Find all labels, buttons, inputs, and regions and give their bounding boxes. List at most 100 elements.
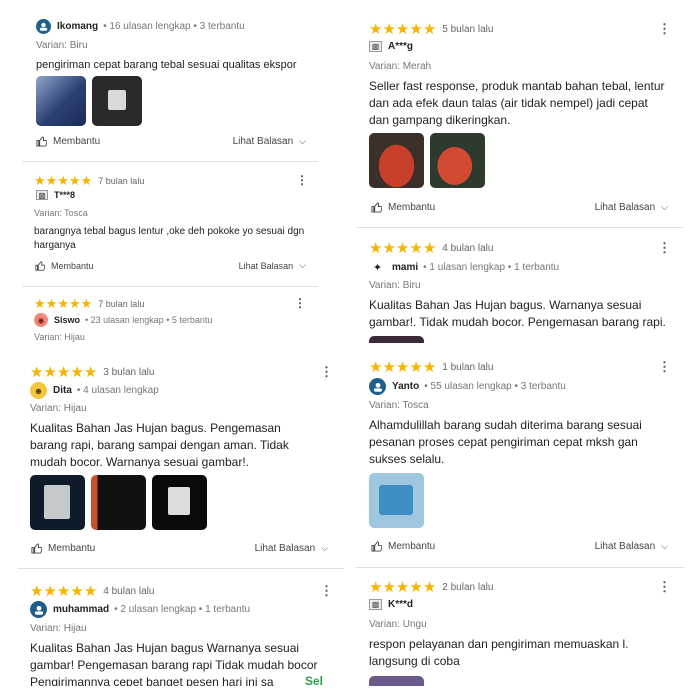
see-replies-button[interactable]: Lihat Balasan ⌵ (595, 202, 668, 213)
star-icon: ★ (382, 21, 396, 38)
review-photo[interactable] (91, 475, 146, 530)
reviewer-name[interactable]: Siswo (54, 315, 80, 325)
review-photo[interactable] (92, 76, 142, 126)
reviewer-name[interactable]: muhammad (53, 604, 109, 615)
reviewer-name[interactable]: T***8 (54, 190, 75, 200)
helpful-label: Membantu (48, 543, 96, 554)
star-icon: ★ (43, 583, 57, 600)
more-options-icon[interactable]: ⋮ (658, 241, 671, 254)
reviewer-row: Yanto • 55 ulasan lengkap • 3 terbantu (369, 378, 566, 395)
review-time: 7 bulan lalu (98, 298, 145, 309)
star-icon: ★ (68, 296, 81, 311)
review-actions: Membantu Lihat Balasan ⌵ (22, 136, 320, 147)
reviewer-meta: • 23 ulasan lengkap • 5 terbantu (85, 315, 213, 325)
review-photo[interactable] (369, 676, 424, 686)
review-header: ★ ★ ★ ★ ★ 5 bulan lalu (369, 22, 493, 37)
chevron-down-icon: ⌵ (321, 543, 328, 553)
helpful-button[interactable]: Membantu (371, 202, 435, 213)
variant-label: Varian: Tosca (34, 208, 88, 218)
reviewer-name[interactable]: Dita (53, 385, 72, 396)
thumbs-up-icon (371, 202, 382, 213)
avatar[interactable]: ☻ (30, 382, 47, 399)
avatar[interactable]: ✦ (369, 259, 386, 276)
avatar[interactable]: ◉ (34, 313, 48, 327)
chevron-down-icon: ⌵ (299, 136, 306, 146)
rating-stars: ★ ★ ★ ★ ★ (30, 584, 97, 599)
see-replies-button[interactable]: Lihat Balasan ⌵ (595, 541, 668, 552)
reviewer-name[interactable]: K***d (388, 599, 413, 610)
more-options-icon[interactable]: ⋮ (320, 584, 333, 597)
review-photo[interactable] (430, 133, 485, 188)
more-options-icon[interactable]: ⋮ (294, 297, 306, 309)
divider (22, 286, 318, 287)
review-text: Kualitas Bahan Jas Hujan bagus Warnanya … (30, 640, 330, 686)
rating-stars: ★ ★ ★ ★ ★ (34, 174, 92, 187)
reviewer-name[interactable]: mami (392, 262, 418, 273)
review-photo[interactable] (369, 473, 424, 528)
review-text: Kualitas Bahan Jas Hujan bagus. Warnanya… (369, 298, 666, 329)
more-options-icon[interactable]: ⋮ (658, 580, 671, 593)
divider (356, 227, 684, 228)
review-text: pengiriman cepat barang tebal sesuai qua… (36, 59, 297, 71)
helpful-label: Membantu (53, 136, 101, 147)
review-header: ★ ★ ★ ★ ★ 3 bulan lalu (30, 365, 154, 380)
avatar[interactable] (369, 378, 386, 395)
see-replies-button[interactable]: Lihat Balasan ⌵ (239, 260, 306, 271)
star-icon: ★ (43, 364, 57, 381)
more-options-icon[interactable]: ⋮ (296, 174, 308, 186)
more-options-icon[interactable]: ⋮ (658, 360, 671, 373)
star-icon: ★ (34, 173, 46, 188)
review-text: Alhamdulillah barang sudah diterima bara… (369, 418, 642, 466)
user-avatar-icon (39, 22, 48, 31)
more-options-icon[interactable]: ⋮ (320, 365, 333, 378)
helpful-button[interactable]: Membantu (35, 261, 94, 271)
review-actions: Membantu Lihat Balasan ⌵ (22, 260, 320, 271)
review-photo[interactable] (369, 133, 424, 188)
reviewer-meta: • 2 ulasan lengkap • 1 terbantu (114, 604, 251, 615)
see-more-link[interactable]: Sel (305, 674, 323, 686)
reviewer-name[interactable]: A***g (388, 41, 413, 52)
review-photo[interactable] (30, 475, 85, 530)
star-icon: ★ (45, 296, 58, 311)
star-icon: ★ (56, 364, 71, 381)
variant-label: Varian: Hijau (30, 403, 87, 414)
review-time: 2 bulan lalu (442, 582, 494, 593)
review-text: respon pelayanan dan pengiriman memuaska… (369, 637, 629, 668)
star-icon: ★ (70, 364, 84, 381)
star-icon: ★ (395, 579, 410, 596)
anonymous-avatar-icon: ▩ (369, 599, 382, 610)
avatar[interactable] (36, 19, 51, 34)
reviewer-row: ✦ mami • 1 ulasan lengkap • 1 terbantu (369, 259, 559, 276)
see-replies-label: Lihat Balasan (232, 136, 294, 147)
see-replies-button[interactable]: Lihat Balasan ⌵ (255, 543, 328, 554)
see-replies-label: Lihat Balasan (238, 260, 294, 271)
star-icon: ★ (369, 21, 383, 38)
variant-label: Varian: Biru (369, 280, 421, 291)
avatar[interactable] (30, 601, 47, 618)
rating-stars: ★ ★ ★ ★ ★ (369, 360, 436, 375)
review-photo[interactable] (369, 336, 424, 343)
star-icon: ★ (382, 359, 396, 376)
reviewer-name[interactable]: Yanto (392, 381, 419, 392)
more-options-icon[interactable]: ⋮ (658, 22, 671, 35)
review-header: ★ ★ ★ ★ ★ 4 bulan lalu (369, 241, 493, 256)
review-time: 4 bulan lalu (103, 586, 155, 597)
review-card: ★ ★ ★ ★ ★ 1 bulan lalu ⋮ Yanto • 55 ulasan l… (356, 350, 686, 564)
review-photo[interactable] (36, 76, 86, 126)
helpful-button[interactable]: Membantu (371, 541, 435, 552)
reviewer-name[interactable]: Ikomang (57, 21, 98, 32)
star-icon: ★ (45, 173, 58, 188)
review-header: ★ ★ ★ ★ ★ 4 bulan lalu (30, 584, 154, 599)
review-photo[interactable] (152, 475, 207, 530)
reviewer-row: ☻ Dita • 4 ulasan lengkap (30, 382, 159, 399)
anonymous-avatar-icon: ▩ (369, 41, 382, 52)
helpful-button[interactable]: Membantu (31, 543, 95, 554)
thumbs-up-icon (35, 260, 45, 271)
helpful-label: Membantu (388, 202, 436, 213)
see-replies-button[interactable]: Lihat Balasan ⌵ (233, 136, 306, 147)
review-time: 1 bulan lalu (442, 362, 494, 373)
review-text-content: Kualitas Bahan Jas Hujan bagus Warnanya … (30, 641, 318, 686)
helpful-button[interactable]: Membantu (36, 136, 100, 147)
review-photos (30, 475, 207, 530)
star-icon: ★ (369, 240, 383, 257)
